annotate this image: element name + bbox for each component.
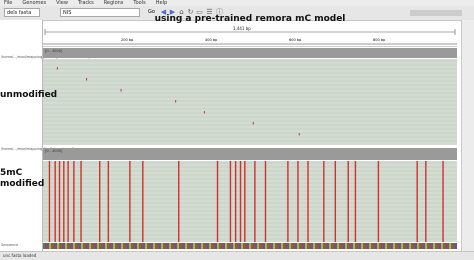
status-text: unc.fasta loaded <box>3 253 37 258</box>
zoom-slider[interactable] <box>410 10 462 16</box>
reads-svg <box>43 161 457 242</box>
methylation-mark <box>175 100 177 103</box>
page-title: using a pre-trained remora mC model <box>154 14 346 24</box>
reads-svg <box>43 60 457 142</box>
sequence-track <box>43 243 457 249</box>
methylation-mark <box>334 161 337 242</box>
methylation-mark <box>377 161 380 242</box>
methylation-mark <box>107 161 110 242</box>
methylation-mark <box>80 161 82 242</box>
methylation-mark <box>354 161 357 242</box>
methylation-mark <box>178 161 180 242</box>
alignment-panel-unmodified[interactable] <box>43 59 457 145</box>
methylation-mark <box>254 161 256 242</box>
tick-label: 600 bp <box>289 38 302 42</box>
methylation-mark <box>56 67 58 70</box>
methylation-mark <box>298 133 300 136</box>
methylation-mark <box>203 111 205 114</box>
coverage-range: [0 - 4000] <box>45 49 63 53</box>
locus-input[interactable]: NIS <box>60 8 140 17</box>
tick-label: 200 bp <box>121 38 134 42</box>
methylation-mark <box>307 161 309 242</box>
methylation-mark <box>129 161 131 242</box>
methylation-mark <box>252 122 254 125</box>
methylation-mark <box>416 161 418 242</box>
methylation-mark <box>120 89 122 92</box>
methylation-mark <box>244 161 246 242</box>
coverage-track <box>43 148 457 160</box>
coverage-track <box>43 48 457 58</box>
methylation-mark <box>48 161 51 242</box>
methylation-mark <box>425 161 427 242</box>
methylation-mark <box>297 161 299 242</box>
ruler: 1,441 bp 200 bp 400 bp 600 bp 800 bp <box>43 24 457 47</box>
methylation-mark <box>229 161 232 242</box>
methylation-mark <box>239 161 242 242</box>
genome-dropdown[interactable]: dels fasta <box>4 8 40 17</box>
methylation-mark <box>58 161 61 242</box>
span-label: 1,441 bp <box>233 26 251 31</box>
methylation-mark <box>142 161 144 242</box>
methylation-mark <box>216 161 219 242</box>
methylation-mark <box>99 161 101 242</box>
methylation-mark <box>67 161 69 242</box>
vertical-scrollbar[interactable] <box>461 20 474 251</box>
methylation-mark <box>264 161 267 242</box>
methylation-mark <box>73 161 75 242</box>
methylation-mark <box>86 78 88 81</box>
sequence-track-name: Sequence <box>1 243 19 247</box>
track-label-modified: 5mC modified <box>0 168 45 189</box>
tick-label: 800 bp <box>373 38 386 42</box>
methylation-mark <box>54 161 56 242</box>
coverage-range: [0 - 4000] <box>45 149 63 153</box>
methylation-mark <box>63 161 65 242</box>
alignment-panel-modified[interactable] <box>43 161 457 242</box>
methylation-mark <box>442 161 444 242</box>
methylation-mark <box>323 161 325 242</box>
methylation-mark <box>347 161 349 242</box>
tick-label: 400 bp <box>205 38 218 42</box>
methylation-mark <box>287 161 289 242</box>
track-label-unmodified: unmodified <box>0 90 58 100</box>
methylation-mark <box>234 161 237 242</box>
